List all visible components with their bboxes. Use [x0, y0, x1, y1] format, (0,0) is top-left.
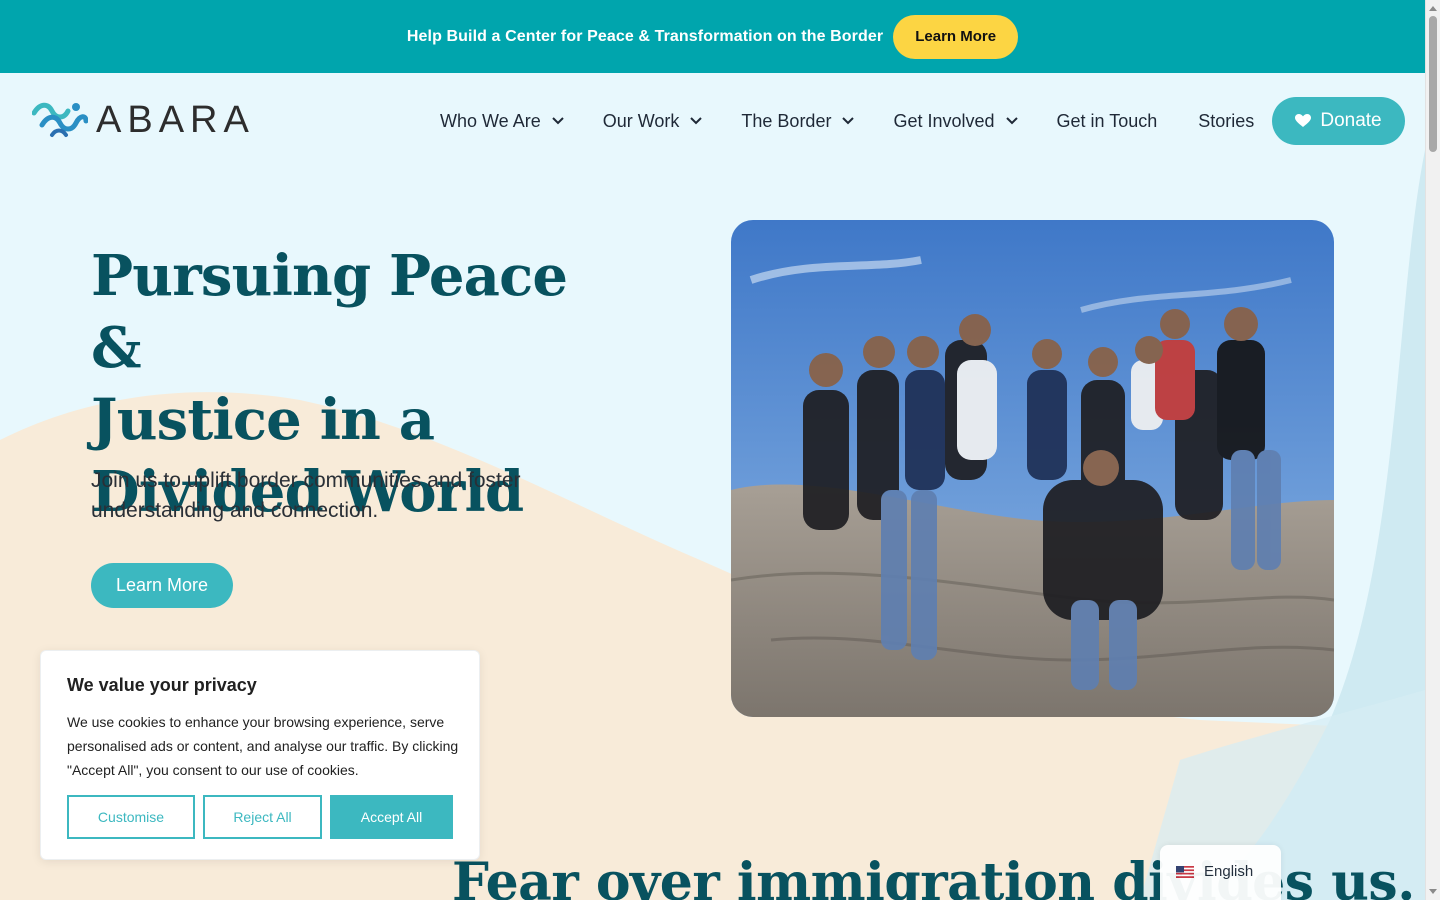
- cookie-accept-all-button[interactable]: Accept All: [330, 795, 453, 839]
- page: Help Build a Center for Peace & Transfor…: [0, 0, 1425, 900]
- announcement-text: Help Build a Center for Peace & Transfor…: [406, 27, 884, 45]
- chevron-down-icon: [552, 117, 564, 125]
- announcement-learn-more-button[interactable]: Learn More: [893, 14, 1019, 59]
- language-label: English: [1204, 863, 1254, 880]
- hero-learn-more-button[interactable]: Learn More: [91, 563, 233, 608]
- logo-wordmark: ABARA: [96, 99, 255, 141]
- nav-our-work[interactable]: Our Work: [603, 111, 704, 132]
- announcement-bar: Help Build a Center for Peace & Transfor…: [0, 0, 1425, 73]
- nav-label: Our Work: [602, 110, 680, 131]
- nav-label: Who We Are: [440, 110, 541, 131]
- chevron-down-icon: [690, 117, 703, 125]
- scrollbar-thumb[interactable]: [1429, 16, 1437, 152]
- cookie-reject-all-button[interactable]: Reject All: [203, 795, 322, 839]
- page-scrollbar[interactable]: [1425, 0, 1440, 900]
- cookie-consent-banner: We value your privacy We use cookies to …: [40, 650, 480, 860]
- nav-the-border[interactable]: The Border: [741, 111, 855, 132]
- cookie-body: We use cookies to enhance your browsing …: [67, 714, 459, 778]
- nav-label: Get Involved: [893, 110, 995, 131]
- us-flag-icon: [1176, 866, 1194, 878]
- group-photo-illustration: [731, 220, 1334, 717]
- scroll-down-arrow-icon[interactable]: [1429, 889, 1437, 894]
- language-switcher[interactable]: English: [1160, 845, 1281, 900]
- nav-label: Stories: [1198, 110, 1255, 131]
- hero-subtitle: Join us to uplift border communities and…: [91, 469, 521, 522]
- donate-label: Donate: [1320, 110, 1382, 131]
- hero-title-line: Pursuing Peace &: [91, 243, 568, 381]
- nav-get-in-touch[interactable]: Get in Touch: [1057, 111, 1158, 132]
- hero-group-photo: [731, 220, 1334, 717]
- hero-title-line: Justice in a: [91, 387, 435, 453]
- main-nav: Who We Are Our Work The Border Get Invol…: [440, 97, 1295, 145]
- chevron-down-icon: [1005, 117, 1018, 125]
- logo-wave-icon: [32, 102, 88, 137]
- nav-label: Get in Touch: [1056, 110, 1158, 131]
- chevron-down-icon: [842, 117, 855, 125]
- cookie-title: We value your privacy: [67, 675, 257, 695]
- cookie-customise-button[interactable]: Customise: [67, 795, 195, 839]
- site-header: ABARA Who We Are Our Work The Border Get…: [0, 73, 1425, 169]
- nav-get-involved[interactable]: Get Involved: [893, 111, 1018, 132]
- donate-button[interactable]: Donate: [1272, 97, 1405, 145]
- cookie-button-group: Customise Reject All Accept All: [67, 795, 453, 839]
- nav-label: The Border: [741, 110, 832, 131]
- scroll-up-arrow-icon[interactable]: [1429, 6, 1437, 11]
- heart-icon: [1295, 114, 1312, 127]
- nav-stories[interactable]: Stories: [1198, 111, 1254, 132]
- logo[interactable]: ABARA: [32, 99, 255, 141]
- nav-who-we-are[interactable]: Who We Are: [440, 111, 565, 132]
